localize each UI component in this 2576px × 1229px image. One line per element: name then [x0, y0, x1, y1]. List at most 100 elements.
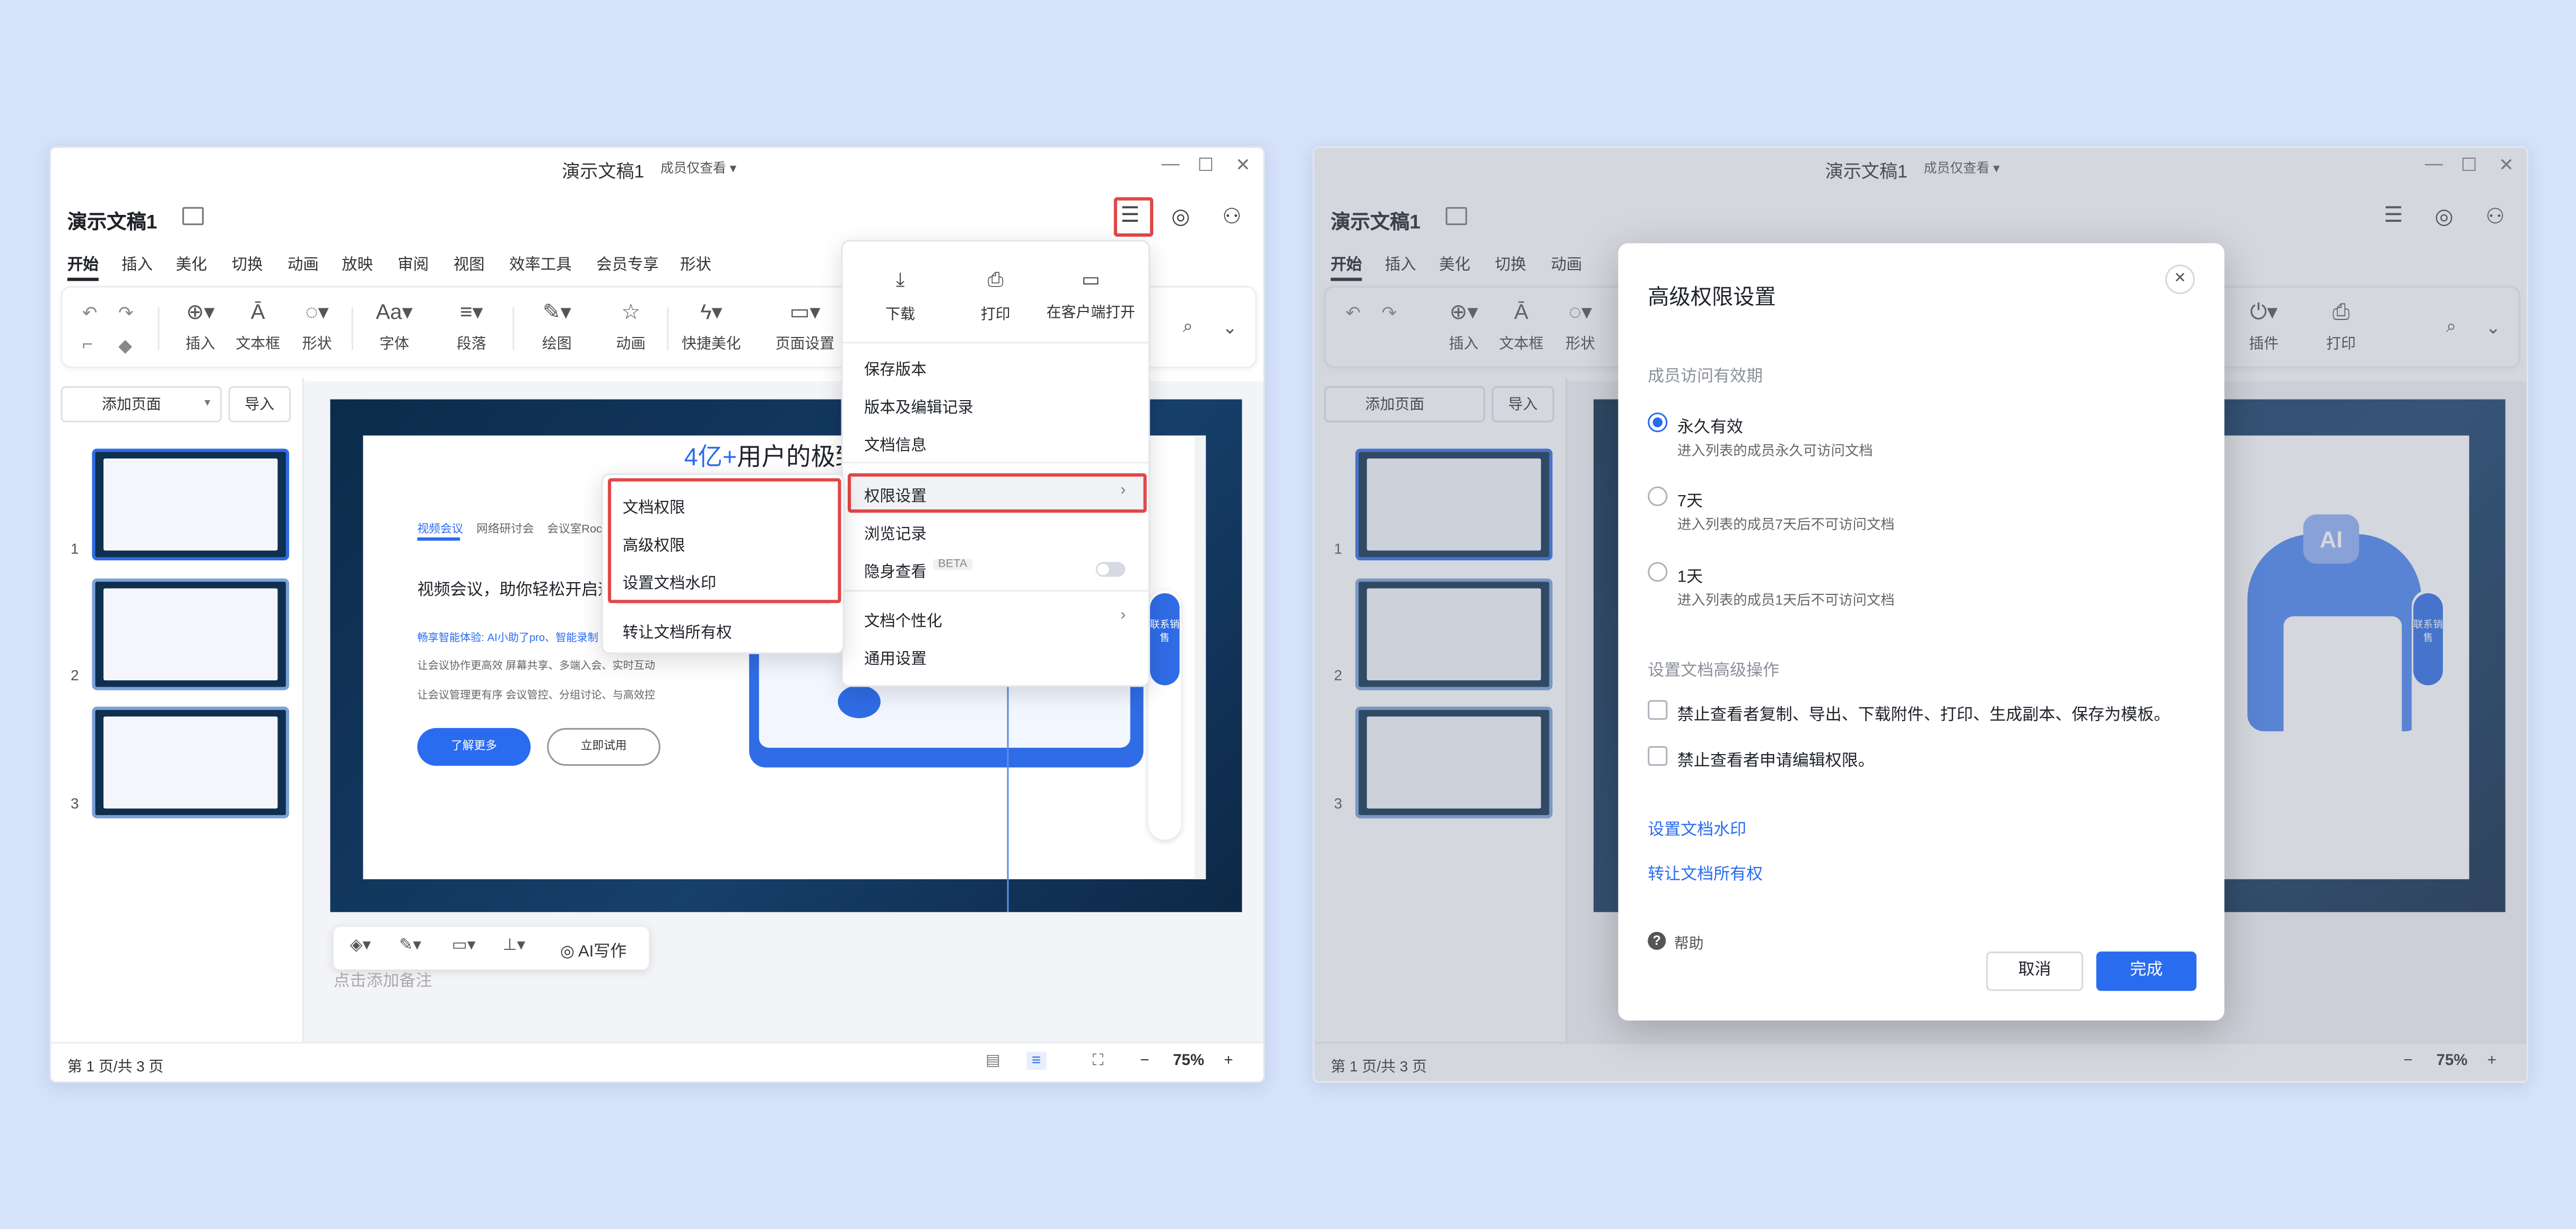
toolbar-divider — [512, 307, 515, 350]
slide-secondary-button[interactable]: 立即试用 — [547, 728, 660, 766]
add-page-label: 添加页面 — [102, 396, 161, 413]
add-notes-placeholder[interactable]: 点击添加备注 — [334, 966, 432, 991]
watermark-link[interactable]: 设置文档水印 — [1648, 815, 1746, 839]
zoom-out-button[interactable]: − — [1140, 1052, 1149, 1070]
maximize-icon[interactable]: ☐ — [1198, 154, 1214, 176]
fill-color-icon[interactable]: ◈▾ — [350, 937, 371, 955]
checkbox-forbid-edit-request[interactable] — [1648, 746, 1668, 766]
animation-button[interactable]: ☆ 动画 — [598, 288, 664, 367]
normal-view-icon[interactable]: ▤ — [986, 1052, 1000, 1070]
comment-icon[interactable]: ◎ — [1171, 204, 1190, 230]
doc-title[interactable]: 演示文稿1 — [67, 207, 157, 235]
undo-icon[interactable]: ↶ — [82, 302, 98, 324]
redo-icon[interactable]: ↷ — [118, 302, 134, 324]
insert-button[interactable]: ⊕▾ 插入 — [168, 288, 233, 367]
download-button[interactable]: ⤓ 下载 — [872, 268, 928, 324]
close-icon[interactable]: ✕ — [1235, 154, 1251, 176]
share-user-icon[interactable]: ⚇ — [1222, 204, 1241, 230]
minimize-icon[interactable]: — — [1162, 154, 1180, 174]
thumbnail-number: 3 — [71, 795, 79, 812]
tab-shape[interactable]: 形状 — [680, 252, 711, 274]
incognito-toggle[interactable] — [1095, 562, 1126, 577]
menu-item-incognito[interactable]: 隐身查看 — [864, 559, 927, 582]
menu-item-general-settings[interactable]: 通用设置 — [864, 646, 927, 669]
tab-view[interactable]: 视图 — [454, 252, 485, 274]
zoom-level[interactable]: 75% — [1173, 1052, 1204, 1070]
submenu-item-transfer-owner[interactable]: 转让文档所有权 — [623, 620, 732, 643]
shape-icon: ◌▾ — [305, 299, 329, 324]
fit-screen-icon[interactable]: ⛶ — [1092, 1052, 1103, 1070]
font-button[interactable]: Aa▾ 字体 — [361, 288, 427, 367]
slide-scrollbar[interactable] — [1194, 435, 1206, 879]
quick-beautify-button[interactable]: ϟ▾ 快捷美化 — [678, 288, 744, 367]
paragraph-icon: ≡▾ — [459, 299, 483, 324]
tab-efficiency[interactable]: 效率工具 — [509, 252, 572, 274]
menu-divider — [842, 590, 1148, 592]
open-in-client-button[interactable]: ▭ 在客户端打开 — [1040, 268, 1142, 322]
tab-member[interactable]: 会员专享 — [596, 252, 659, 274]
toggle-knob — [1097, 564, 1109, 575]
monitor-icon: ▭ — [1081, 267, 1100, 291]
slide-thumbnail-3[interactable] — [92, 706, 290, 819]
dialog-close-icon[interactable]: ✕ — [2165, 264, 2195, 295]
tab-insert[interactable]: 插入 — [121, 252, 153, 274]
slide-primary-button[interactable]: 了解更多 — [417, 728, 531, 766]
notes-view-icon[interactable]: ≡ — [1026, 1052, 1046, 1070]
menu-item-version-history[interactable]: 版本及编辑记录 — [864, 394, 973, 418]
download-icon: ⤓ — [895, 267, 905, 291]
radio-permanent[interactable] — [1648, 412, 1668, 432]
cancel-button[interactable]: 取消 — [1986, 951, 2083, 991]
slide-thumbnail-1[interactable] — [92, 448, 290, 561]
transfer-owner-link[interactable]: 转让文档所有权 — [1648, 860, 1763, 884]
menu-item-personalize[interactable]: 文档个性化 — [864, 608, 942, 631]
ai-writing-button[interactable]: ◎ AI写作 — [560, 937, 627, 962]
page-status: 第 1 页/共 3 页 — [67, 1058, 164, 1075]
radio-description: 进入列表的成员永久可访问文档 — [1677, 442, 1873, 459]
tab-animation[interactable]: 动画 — [288, 252, 319, 274]
slide-blue-line: 畅享智能体验: AI小助了pro、智能录制 — [417, 633, 598, 644]
tab-slideshow[interactable]: 放映 — [342, 252, 373, 274]
zoom-in-button[interactable]: + — [1224, 1052, 1233, 1070]
import-button[interactable]: 导入 — [228, 386, 291, 422]
eraser-icon[interactable]: ◆ — [118, 335, 132, 357]
member-view-label: 成员仅查看 — [660, 161, 726, 176]
folder-icon[interactable] — [182, 207, 204, 226]
menu-item-save-version[interactable]: 保存版本 — [864, 357, 927, 379]
radio-1-day[interactable] — [1648, 562, 1668, 582]
align-icon[interactable]: ⊥▾ — [503, 937, 526, 955]
slide-thumbnail-2[interactable] — [92, 578, 290, 690]
font-label: 字体 — [379, 335, 410, 352]
thumbnail-number: 1 — [71, 540, 79, 557]
draw-label: 绘图 — [542, 335, 572, 352]
page-setup-button[interactable]: ▭▾ 页面设置 — [772, 288, 838, 367]
menu-item-browse-history[interactable]: 浏览记录 — [864, 521, 927, 544]
tab-start[interactable]: 开始 — [67, 252, 99, 281]
shape-button[interactable]: ◌▾ 形状 — [284, 288, 350, 367]
paragraph-button[interactable]: ≡▾ 段落 — [439, 288, 504, 367]
format-painter-icon[interactable]: ⌐ — [82, 335, 93, 355]
chevron-down-icon[interactable]: ⌄ — [1222, 317, 1238, 339]
checkbox-forbid-copy[interactable] — [1648, 700, 1668, 720]
mascot-icon — [838, 685, 881, 719]
contact-sales-button[interactable]: 联系销售 — [1150, 593, 1180, 686]
help-icon[interactable]: ? — [1648, 931, 1666, 950]
tab-beautify[interactable]: 美化 — [176, 252, 207, 274]
menu-item-doc-info[interactable]: 文档信息 — [864, 432, 927, 455]
slide-line: 让会议管理更有序 会议管控、分组讨论、与高效控 — [417, 690, 656, 702]
add-page-button[interactable]: 添加页面 ▾ — [60, 386, 222, 422]
tab-review[interactable]: 审阅 — [397, 252, 429, 274]
textbox-label: 文本框 — [236, 335, 281, 352]
line-color-icon[interactable]: ✎▾ — [399, 937, 422, 955]
done-button[interactable]: 完成 — [2096, 951, 2197, 991]
search-icon[interactable]: ⌕ — [1183, 317, 1193, 339]
member-view-dropdown[interactable]: 成员仅查看 ▾ — [660, 159, 736, 177]
textbox-button[interactable]: Ā 文本框 — [225, 288, 291, 367]
radio-7-days[interactable] — [1648, 486, 1668, 506]
radio-description: 进入列表的成员7天后不可访问文档 — [1677, 516, 1895, 533]
tab-transition[interactable]: 切换 — [232, 252, 263, 274]
shadow-icon[interactable]: ▭▾ — [452, 937, 476, 955]
print-button[interactable]: ⎙ 打印 — [968, 268, 1023, 324]
draw-button[interactable]: ✎▾ 绘图 — [524, 288, 590, 367]
ai-writing-label: AI写作 — [578, 943, 627, 962]
help-link[interactable]: 帮助 — [1674, 932, 1704, 953]
